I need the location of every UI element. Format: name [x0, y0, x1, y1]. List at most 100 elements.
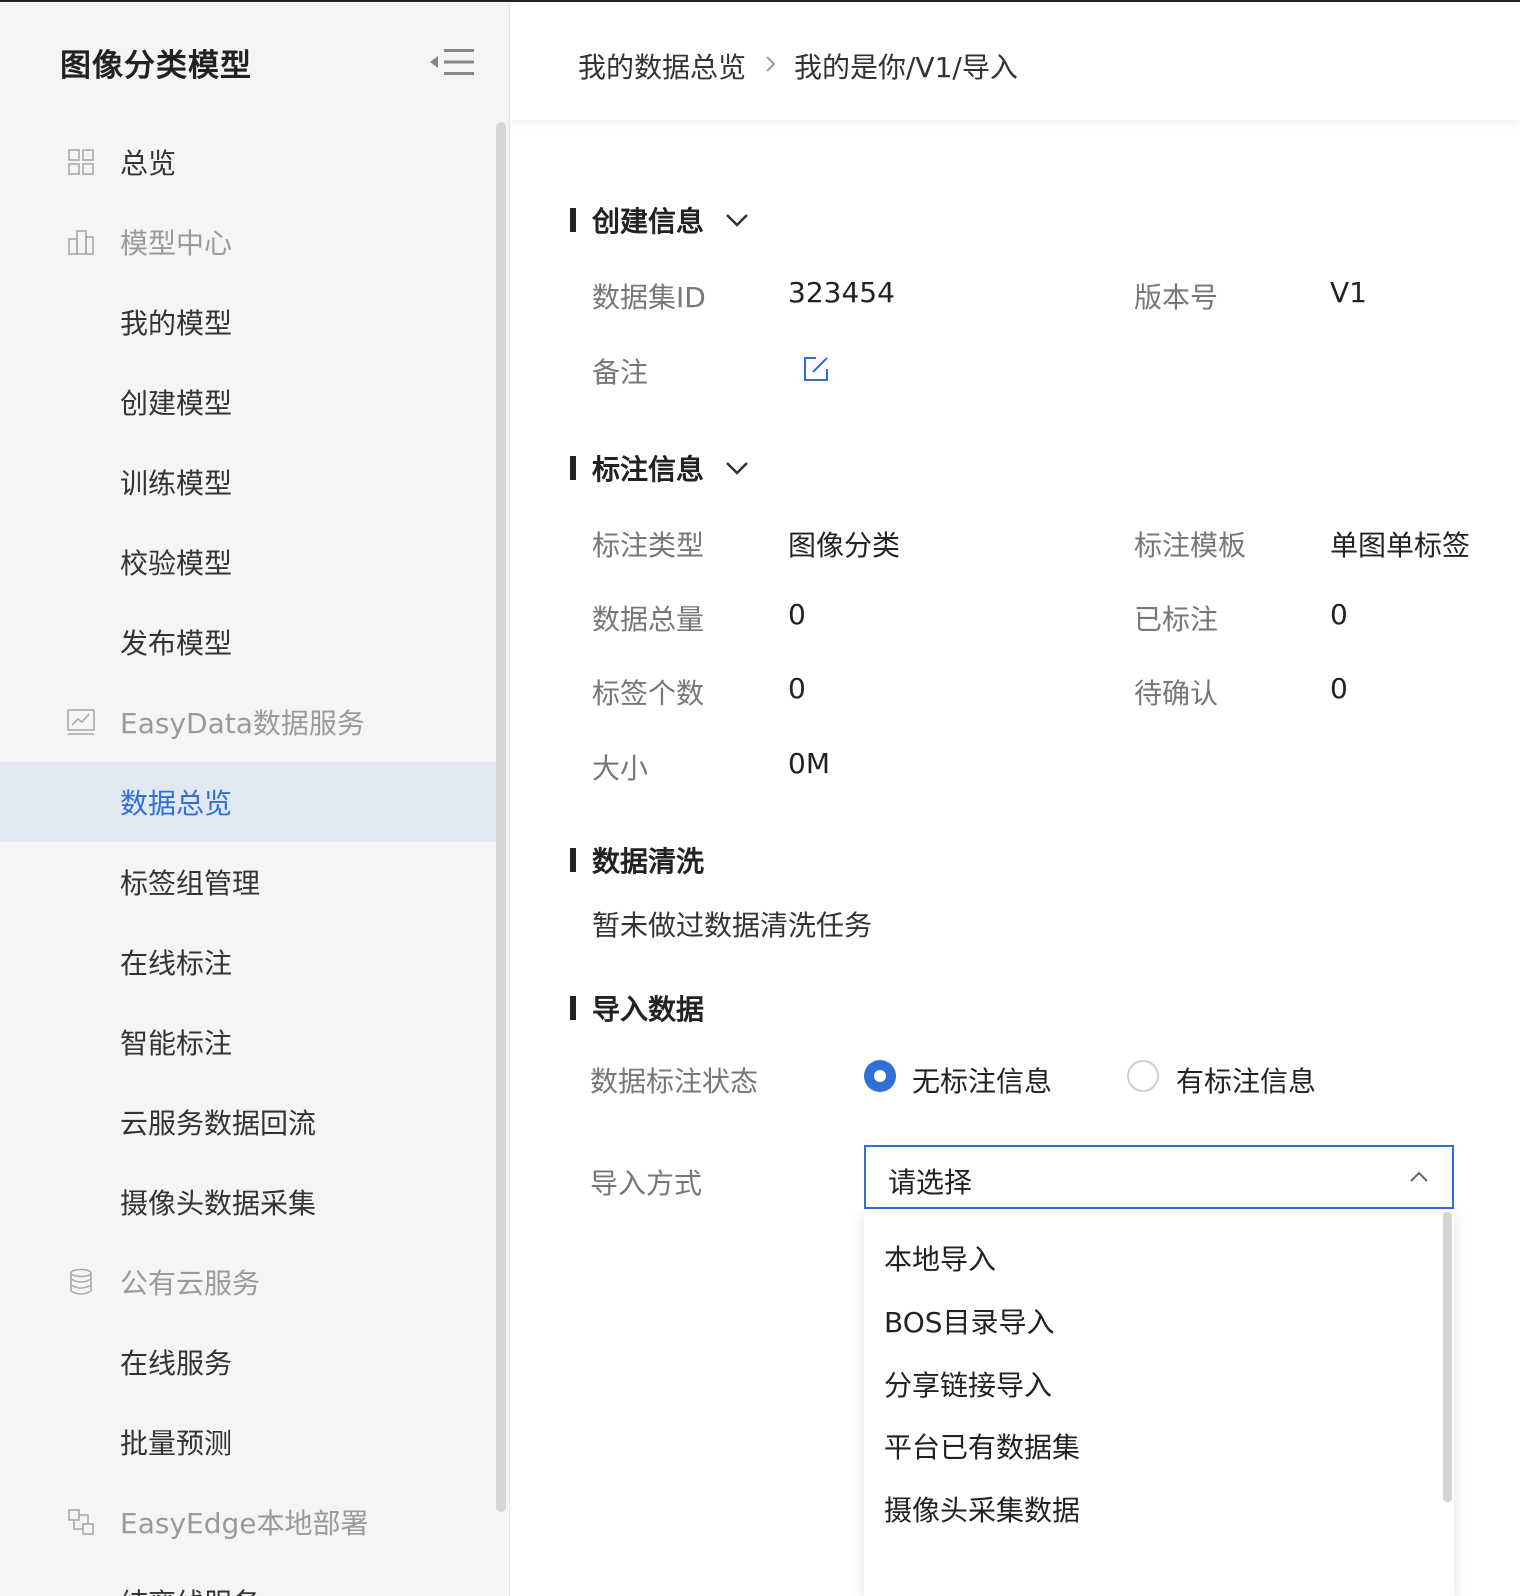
labeled-value: 0: [1330, 598, 1348, 631]
sidebar-group-easydata[interactable]: EasyData数据服务: [0, 682, 506, 762]
section-create-info: 创建信息: [570, 200, 750, 240]
sidebar-item-label: 在线服务: [120, 1347, 233, 1380]
dropdown-scrollbar[interactable]: [1443, 1212, 1452, 1502]
sidebar-item-publish-model[interactable]: 发布模型: [0, 602, 506, 682]
sidebar-item-camera-collection[interactable]: 摄像头数据采集: [0, 1162, 506, 1242]
sidebar-item-batch-predict[interactable]: 批量预测: [0, 1402, 506, 1482]
dataset-id-value: 323454: [788, 276, 895, 309]
section-import-data: 导入数据: [570, 988, 704, 1028]
sidebar-item-validate-model[interactable]: 校验模型: [0, 522, 506, 602]
sidebar-item-smart-annotation[interactable]: 智能标注: [0, 1002, 506, 1082]
sidebar-group-public-cloud[interactable]: 公有云服务: [0, 1242, 506, 1322]
breadcrumb-current: 我的是你/V1/导入: [794, 51, 1018, 84]
breadcrumb: 我的数据总览 我的是你/V1/导入: [510, 0, 1520, 120]
radio-no-annotation[interactable]: [864, 1060, 896, 1092]
sidebar-item-offline-service[interactable]: 纯离线服务: [0, 1562, 506, 1596]
section-marker: [570, 996, 576, 1020]
sidebar-item-label: 模型中心: [120, 227, 233, 260]
chevron-up-icon: [1410, 1171, 1428, 1182]
data-total-label: 数据总量: [592, 603, 705, 636]
sidebar-nav: 总览 模型中心 我的模型 创建模型 训练模型 校验模型 发布模型 EasyDat…: [0, 122, 506, 1596]
chevron-down-icon[interactable]: [724, 211, 750, 229]
size-label: 大小: [592, 752, 649, 785]
select-placeholder: 请选择: [888, 1166, 973, 1199]
building-icon: [68, 230, 94, 255]
radio-no-annotation-label[interactable]: 无标注信息: [912, 1060, 1052, 1100]
sidebar-item-label: 批量预测: [120, 1427, 233, 1460]
sidebar-scrollbar[interactable]: [496, 122, 506, 1512]
sidebar-item-label: 纯离线服务: [120, 1582, 260, 1596]
sidebar-item-data-overview[interactable]: 数据总览: [0, 762, 506, 842]
sidebar-item-my-models[interactable]: 我的模型: [0, 282, 506, 362]
tag-count-label: 标签个数: [592, 677, 705, 710]
sidebar: 图像分类模型 总览 模型中心 我的模型 创建模型 训练模型 校验模型 发布模型 …: [0, 0, 510, 1596]
chart-icon: [67, 709, 95, 735]
import-method-dropdown: 本地导入 BOS目录导入 分享链接导入 平台已有数据集 摄像头采集数据: [864, 1212, 1454, 1596]
section-data-cleaning: 数据清洗: [570, 840, 704, 880]
section-title: 数据清洗: [592, 845, 705, 878]
radio-has-annotation-label[interactable]: 有标注信息: [1176, 1060, 1316, 1100]
sidebar-item-label: 数据总览: [120, 787, 233, 820]
pending-label: 待确认: [1134, 677, 1219, 710]
annotation-template-value: 单图单标签: [1330, 529, 1471, 562]
section-marker: [570, 208, 576, 232]
annotation-type-label: 标注类型: [592, 529, 705, 562]
grid-icon: [68, 149, 94, 175]
data-total-value: 0: [788, 598, 806, 631]
edit-icon[interactable]: [802, 355, 830, 383]
size-value: 0M: [788, 747, 830, 780]
sidebar-group-easyedge[interactable]: EasyEdge本地部署: [0, 1482, 506, 1562]
pending-value: 0: [1330, 672, 1348, 705]
annotation-type-value: 图像分类: [788, 529, 901, 562]
sidebar-group-model-center[interactable]: 模型中心: [0, 202, 506, 282]
import-method-label: 导入方式: [590, 1167, 703, 1200]
sidebar-item-label: 校验模型: [120, 547, 233, 580]
remark-label: 备注: [592, 356, 649, 389]
version-label: 版本号: [1134, 281, 1219, 314]
sidebar-item-label: EasyData数据服务: [120, 707, 365, 740]
dropdown-option-share-link[interactable]: 分享链接导入: [884, 1364, 1052, 1404]
collapse-menu-icon[interactable]: [430, 46, 478, 78]
dropdown-option-platform-dataset[interactable]: 平台已有数据集: [884, 1426, 1080, 1466]
top-border: [0, 0, 510, 2]
section-marker: [570, 456, 576, 480]
dropdown-option-local[interactable]: 本地导入: [884, 1238, 996, 1278]
radio-has-annotation[interactable]: [1127, 1060, 1159, 1092]
section-annotation-info: 标注信息: [570, 448, 750, 488]
sidebar-item-label: 云服务数据回流: [120, 1107, 317, 1140]
labeled-label: 已标注: [1134, 603, 1219, 636]
section-title: 标注信息: [592, 453, 705, 486]
breadcrumb-root-link[interactable]: 我的数据总览: [578, 46, 746, 86]
sidebar-item-label: 公有云服务: [120, 1267, 261, 1300]
sidebar-item-online-annotation[interactable]: 在线标注: [0, 922, 506, 1002]
sidebar-item-label: 创建模型: [120, 387, 233, 420]
sidebar-item-tag-group[interactable]: 标签组管理: [0, 842, 506, 922]
annotation-template-label: 标注模板: [1134, 529, 1247, 562]
import-method-select[interactable]: 请选择: [864, 1145, 1454, 1209]
dropdown-option-camera[interactable]: 摄像头采集数据: [884, 1489, 1080, 1529]
deploy-icon: [68, 1509, 94, 1535]
sidebar-item-label: 在线标注: [120, 947, 233, 980]
sidebar-item-label: 总览: [120, 147, 177, 180]
database-icon: [70, 1268, 92, 1295]
app-title: 图像分类模型: [60, 48, 252, 84]
section-title: 导入数据: [592, 993, 705, 1026]
chevron-right-icon: [766, 56, 776, 72]
sidebar-item-label: 摄像头数据采集: [120, 1187, 317, 1220]
sidebar-item-train-model[interactable]: 训练模型: [0, 442, 506, 522]
section-marker: [570, 848, 576, 872]
dropdown-option-bos[interactable]: BOS目录导入: [884, 1301, 1055, 1341]
sidebar-item-online-service[interactable]: 在线服务: [0, 1322, 506, 1402]
section-title: 创建信息: [592, 205, 705, 238]
dataset-id-label: 数据集ID: [592, 281, 706, 314]
cleaning-empty-text: 暂未做过数据清洗任务: [592, 909, 873, 942]
sidebar-item-overview[interactable]: 总览: [0, 122, 506, 202]
tag-count-value: 0: [788, 672, 806, 705]
chevron-down-icon[interactable]: [724, 459, 750, 477]
annotation-status-label: 数据标注状态: [590, 1065, 759, 1098]
sidebar-item-create-model[interactable]: 创建模型: [0, 362, 506, 442]
sidebar-item-label: 标签组管理: [120, 867, 261, 900]
sidebar-item-cloud-reflow[interactable]: 云服务数据回流: [0, 1082, 506, 1162]
sidebar-item-label: 发布模型: [120, 627, 233, 660]
version-value: V1: [1330, 276, 1367, 309]
